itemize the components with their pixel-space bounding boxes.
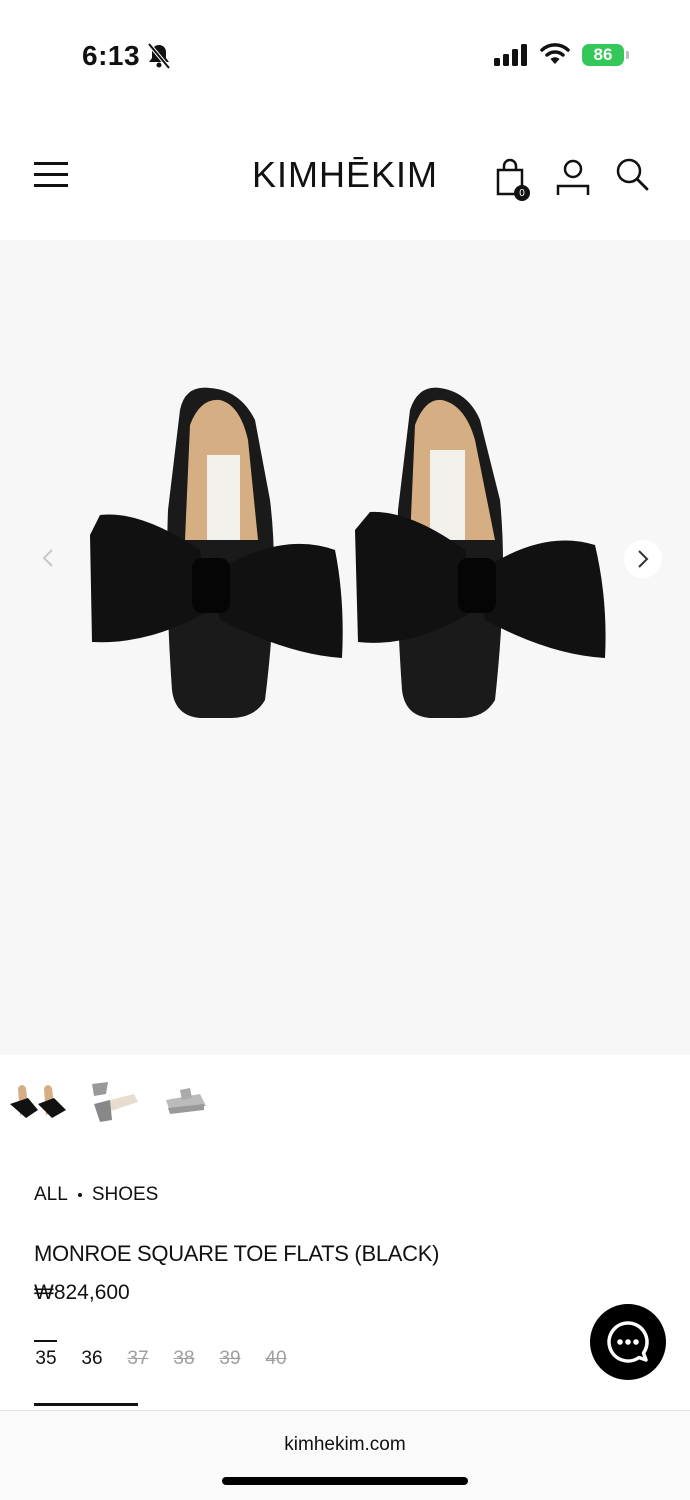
battery-indicator: 86: [582, 44, 624, 66]
size-option-40[interactable]: 40: [264, 1340, 288, 1370]
gallery-next-button[interactable]: [624, 540, 662, 578]
size-section-divider: [34, 1403, 138, 1406]
home-indicator[interactable]: [222, 1477, 468, 1485]
gallery-prev-button[interactable]: [30, 540, 66, 576]
size-option-39[interactable]: 39: [218, 1340, 242, 1370]
bell-muted-icon: [147, 42, 171, 70]
breadcrumb-item-shoes[interactable]: SHOES: [92, 1184, 159, 1206]
product-title: MONROE SQUARE TOE FLATS (BLACK): [34, 1241, 440, 1266]
thumbnail-angle[interactable]: [84, 1076, 144, 1128]
product-image: [90, 387, 606, 718]
size-selector: 35 36 37 38 39 40: [34, 1340, 288, 1370]
product-price: ₩824,600: [34, 1281, 130, 1304]
size-option-38[interactable]: 38: [172, 1340, 196, 1370]
browser-url[interactable]: kimhekim.com: [0, 1434, 690, 1456]
search-icon[interactable]: [614, 156, 650, 192]
user-icon[interactable]: [556, 158, 590, 198]
battery-level: 86: [593, 45, 613, 64]
chevron-right-icon: [638, 550, 649, 568]
breadcrumb-separator: [77, 1193, 82, 1197]
cellular-signal-icon: [494, 44, 527, 66]
thumbnail-side[interactable]: [160, 1076, 220, 1128]
cart-count-badge: 0: [514, 185, 530, 201]
wifi-icon: [540, 43, 570, 64]
status-time: 6:13: [82, 40, 141, 71]
breadcrumb-item-all[interactable]: ALL: [34, 1184, 68, 1206]
size-option-36[interactable]: 36: [80, 1340, 104, 1370]
size-option-35[interactable]: 35: [34, 1340, 58, 1370]
chat-bubble-icon: [607, 1321, 649, 1363]
thumbnail-front[interactable]: [8, 1076, 68, 1128]
chat-button[interactable]: [590, 1304, 666, 1380]
size-option-37[interactable]: 37: [126, 1340, 150, 1370]
chevron-left-icon: [42, 549, 53, 567]
breadcrumb: ALL SHOES: [34, 1184, 158, 1206]
battery-tip: [626, 51, 629, 59]
